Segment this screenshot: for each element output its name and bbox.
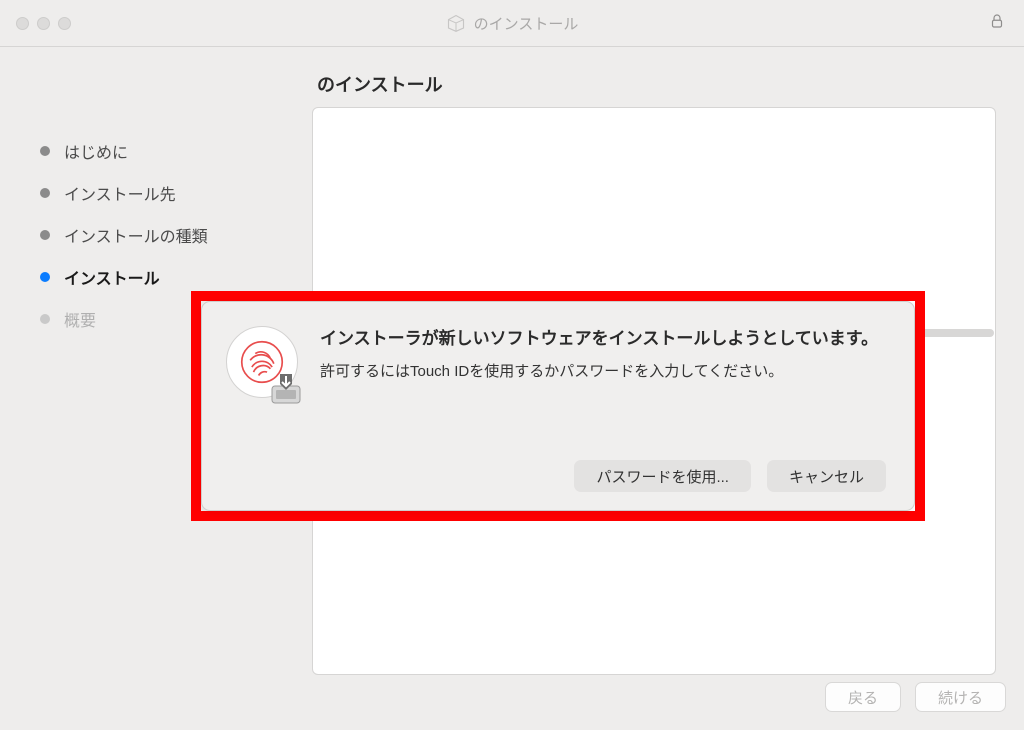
- step-bullet-icon: [40, 188, 50, 198]
- step-bullet-icon: [40, 272, 50, 282]
- continue-button[interactable]: 続ける: [915, 682, 1006, 712]
- sidebar-item-intro: はじめに: [40, 139, 208, 163]
- sidebar-item-install: インストール: [40, 265, 208, 289]
- use-password-button-label: パスワードを使用...: [596, 466, 729, 487]
- dialog-buttons: パスワードを使用... キャンセル: [574, 460, 886, 492]
- dialog-icon-area: [226, 326, 302, 402]
- window-close-button[interactable]: [16, 17, 29, 30]
- back-button-label: 戻る: [848, 687, 878, 708]
- dialog-subtext: 許可するにはTouch IDを使用するかパスワードを入力してください。: [320, 360, 886, 384]
- continue-button-label: 続ける: [938, 687, 983, 708]
- sidebar-item-label: インストール: [64, 265, 160, 289]
- step-bullet-icon: [40, 146, 50, 156]
- install-steps-sidebar: はじめに インストール先 インストールの種類 インストール 概要: [40, 139, 208, 331]
- cancel-button-label: キャンセル: [789, 466, 864, 487]
- page-title: のインストール: [317, 71, 443, 97]
- step-bullet-icon: [40, 314, 50, 324]
- window-zoom-button[interactable]: [58, 17, 71, 30]
- installer-badge-icon: [266, 368, 306, 408]
- content-area: のインストール はじめに インストール先 インストールの種類 インストール 概要: [0, 47, 1024, 730]
- sidebar-item-destination: インストール先: [40, 181, 208, 205]
- dialog-heading: インストーラが新しいソフトウェアをインストールしようとしています。: [320, 326, 886, 352]
- sidebar-item-label: インストールの種類: [64, 223, 208, 247]
- lock-icon[interactable]: [988, 12, 1006, 35]
- window-title: のインストール: [474, 13, 579, 34]
- sidebar-item-label: インストール先: [64, 181, 176, 205]
- package-icon: [446, 13, 466, 33]
- window-controls: [16, 17, 71, 30]
- sidebar-item-label: 概要: [64, 307, 96, 331]
- sidebar-item-summary: 概要: [40, 307, 208, 331]
- cancel-button[interactable]: キャンセル: [767, 460, 886, 492]
- step-bullet-icon: [40, 230, 50, 240]
- auth-dialog: インストーラが新しいソフトウェアをインストールしようとしています。 許可するには…: [201, 301, 915, 511]
- window-title-area: のインストール: [446, 13, 579, 34]
- footer-buttons: 戻る 続ける: [825, 682, 1006, 712]
- titlebar: のインストール: [0, 0, 1024, 46]
- sidebar-item-label: はじめに: [64, 139, 128, 163]
- use-password-button[interactable]: パスワードを使用...: [574, 460, 751, 492]
- back-button[interactable]: 戻る: [825, 682, 901, 712]
- sidebar-item-install-type: インストールの種類: [40, 223, 208, 247]
- window-minimize-button[interactable]: [37, 17, 50, 30]
